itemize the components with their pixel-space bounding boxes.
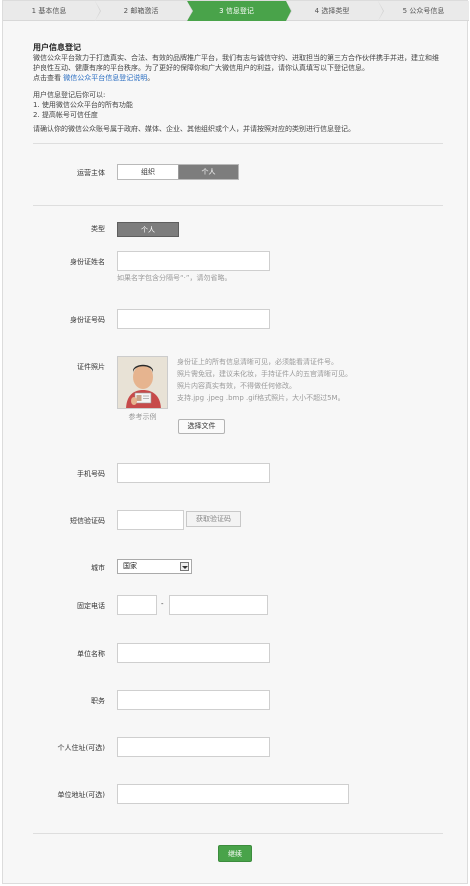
operator-label: 运营主体 xyxy=(77,169,105,177)
position-label: 职务 xyxy=(91,697,105,705)
benefits-list: 用户信息登记后你可以: 1. 使用微信公众平台的所有功能 2. 提高帐号可信任度 xyxy=(33,90,133,120)
landline-input[interactable] xyxy=(169,595,268,615)
company-address-label: 单位地址(可选) xyxy=(57,791,105,799)
phone-input[interactable] xyxy=(117,463,270,483)
city-selected: 国家 xyxy=(123,562,137,570)
benefit-item: 1. 使用微信公众平台的所有功能 xyxy=(33,101,133,109)
type-badge: 个人 xyxy=(117,222,179,237)
area-code-input[interactable] xyxy=(117,595,157,615)
phone-label: 手机号码 xyxy=(77,470,105,478)
person-holding-id-icon xyxy=(118,357,167,408)
operator-toggle: 组织 个人 xyxy=(117,164,239,180)
operator-option-organization[interactable]: 组织 xyxy=(118,165,178,179)
city-label: 城市 xyxy=(91,564,105,572)
photo-note: 支持.jpg .jpeg .bmp .gif格式照片，大小不超过5M。 xyxy=(177,394,345,402)
sms-code-input[interactable] xyxy=(117,510,184,530)
get-code-button[interactable]: 获取验证码 xyxy=(186,511,241,527)
step-label: 4 选择类型 xyxy=(314,7,350,15)
home-address-input[interactable] xyxy=(117,737,270,757)
category-note: 请确认你的微信公众账号属于政府、媒体、企业、其他组织或个人，并请按照对应的类别进… xyxy=(33,125,355,133)
company-address-input[interactable] xyxy=(117,784,349,804)
progress-steps: 1 基本信息 2 邮箱激活 3 信息登记 4 选择类型 5 公众号信息 xyxy=(3,1,469,21)
intro-paragraph: 微信公众平台致力于打造真实、合法、有效的品牌推广平台，我们有志与诚信守约、进取担… xyxy=(33,54,439,72)
step-label: 2 邮箱激活 xyxy=(123,7,159,15)
divider xyxy=(33,833,443,834)
id-name-input[interactable] xyxy=(117,251,270,271)
step-email-activation: 2 邮箱激活 xyxy=(95,1,193,21)
position-input[interactable] xyxy=(117,690,270,710)
registration-guide-link[interactable]: 微信公众平台信息登记说明 xyxy=(63,74,147,82)
intro-text: 微信公众平台致力于打造真实、合法、有效的品牌推广平台，我们有志与诚信守约、进取担… xyxy=(33,53,443,83)
city-select[interactable]: 国家 xyxy=(117,559,192,574)
step-label: 5 公众号信息 xyxy=(402,7,445,15)
sms-code-label: 短信验证码 xyxy=(70,517,105,525)
photo-note: 照片需免冠，建议未化妆，手持证件人的五官清晰可见。 xyxy=(177,370,352,378)
id-number-label: 身份证号码 xyxy=(70,316,105,324)
registration-panel: 1 基本信息 2 邮箱激活 3 信息登记 4 选择类型 5 公众号信息 用户信息… xyxy=(2,0,469,884)
id-number-input[interactable] xyxy=(117,309,270,329)
photo-note: 照片内容真实有效，不得做任何修改。 xyxy=(177,382,296,390)
operator-option-individual[interactable]: 个人 xyxy=(178,165,238,179)
company-label: 单位名称 xyxy=(77,650,105,658)
landline-separator: - xyxy=(161,600,164,608)
company-input[interactable] xyxy=(117,643,270,663)
step-basic-info: 1 基本信息 xyxy=(3,1,101,21)
id-photo-label: 证件照片 xyxy=(77,363,105,371)
step-label: 1 基本信息 xyxy=(31,7,67,15)
id-name-hint: 如果名字包含分隔号“·”，请勿省略。 xyxy=(117,274,232,282)
step-label: 3 信息登记 xyxy=(219,7,254,15)
landline-label: 固定电话 xyxy=(77,602,105,610)
home-address-label: 个人住址(可选) xyxy=(57,744,105,752)
photo-note: 身份证上的所有信息清晰可见，必须能看清证件号。 xyxy=(177,358,338,366)
type-label: 类型 xyxy=(91,225,105,233)
intro-link-suffix: 。 xyxy=(147,74,155,82)
divider xyxy=(33,143,443,144)
id-name-label: 身份证姓名 xyxy=(70,258,105,266)
intro-link-prefix: 点击查看 xyxy=(33,74,61,82)
divider xyxy=(33,205,443,206)
step-info-registration: 3 信息登记 xyxy=(187,1,292,21)
step-account-info: 5 公众号信息 xyxy=(378,1,469,21)
sample-caption: 参考示例 xyxy=(128,413,157,421)
benefit-item: 2. 提高帐号可信任度 xyxy=(33,111,98,119)
continue-button[interactable]: 继续 xyxy=(218,845,252,862)
step-select-type: 4 选择类型 xyxy=(286,1,384,21)
choose-file-button[interactable]: 选择文件 xyxy=(178,419,225,434)
sample-photo xyxy=(117,356,168,409)
benefits-title: 用户信息登记后你可以: xyxy=(33,91,106,99)
photo-requirements: 身份证上的所有信息清晰可见，必须能看清证件号。 照片需免冠，建议未化妆，手持证件… xyxy=(177,356,377,404)
page-title: 用户信息登记 xyxy=(33,43,81,52)
chevron-down-icon xyxy=(180,562,189,571)
